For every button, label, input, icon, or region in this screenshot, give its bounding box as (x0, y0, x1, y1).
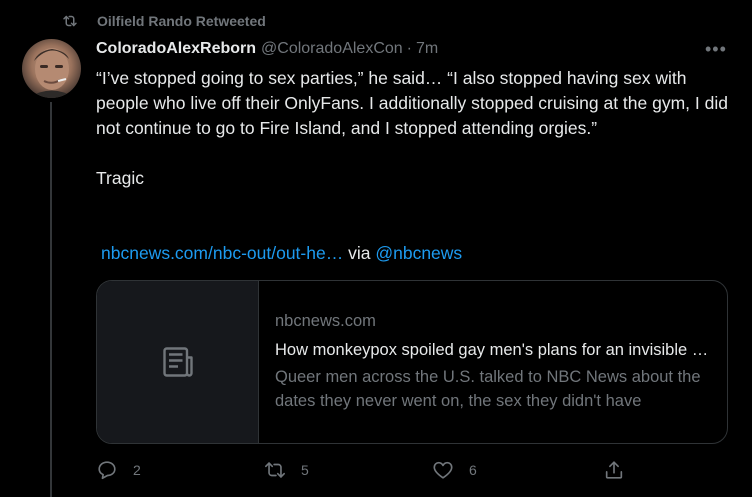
like-button[interactable]: 6 (432, 459, 477, 481)
retweet-icon (265, 462, 285, 478)
separator-dot: · (406, 40, 412, 57)
tweet-paragraph: Tragic (96, 168, 144, 188)
card-thumbnail (97, 281, 259, 443)
link-card[interactable]: nbcnews.com How monkeypox spoiled gay me… (96, 280, 728, 444)
more-icon[interactable]: ••• (705, 40, 727, 58)
author-handle[interactable]: @ColoradoAlexCon (261, 40, 403, 58)
retweet-count: 5 (301, 462, 309, 478)
via-handle-link[interactable]: @nbcnews (375, 243, 462, 263)
via-label: via (348, 243, 371, 263)
heart-icon (433, 461, 453, 479)
card-body: nbcnews.com How monkeypox spoiled gay me… (259, 281, 727, 443)
avatar-image (28, 48, 75, 98)
tweet-header: ColoradoAlexReborn @ColoradoAlexCon · 7m (96, 40, 438, 58)
card-description: Queer men across the U.S. talked to NBC … (275, 368, 701, 410)
reply-icon (98, 461, 116, 480)
retweet-context[interactable]: Oilfield Rando Retweeted (61, 12, 266, 30)
retweet-button[interactable]: 5 (264, 459, 309, 481)
reply-button[interactable]: 2 (96, 459, 141, 481)
retweet-context-label: Oilfield Rando Retweeted (97, 13, 266, 29)
avatar[interactable] (22, 39, 81, 98)
card-title: How monkeypox spoiled gay men's plans fo… (275, 341, 711, 359)
tweet-paragraph: “I’ve stopped going to sex parties,” he … (96, 68, 728, 138)
retweet-icon (63, 15, 77, 27)
reply-count: 2 (133, 462, 141, 478)
article-icon (162, 347, 193, 377)
tweet-actions: 2 5 6 (96, 459, 736, 485)
share-icon (605, 461, 623, 479)
card-domain: nbcnews.com (275, 312, 376, 330)
tweet-link-line: nbcnews.com/nbc-out/out-he… via @nbcnews (101, 242, 462, 264)
author-name[interactable]: ColoradoAlexReborn (96, 40, 256, 58)
tweet-time[interactable]: 7m (416, 40, 438, 58)
thread-line (50, 102, 52, 497)
share-button[interactable] (603, 459, 625, 481)
like-count: 6 (469, 462, 477, 478)
tweet-text: “I’ve stopped going to sex parties,” he … (96, 66, 736, 191)
article-link[interactable]: nbcnews.com/nbc-out/out-he… (101, 243, 343, 263)
